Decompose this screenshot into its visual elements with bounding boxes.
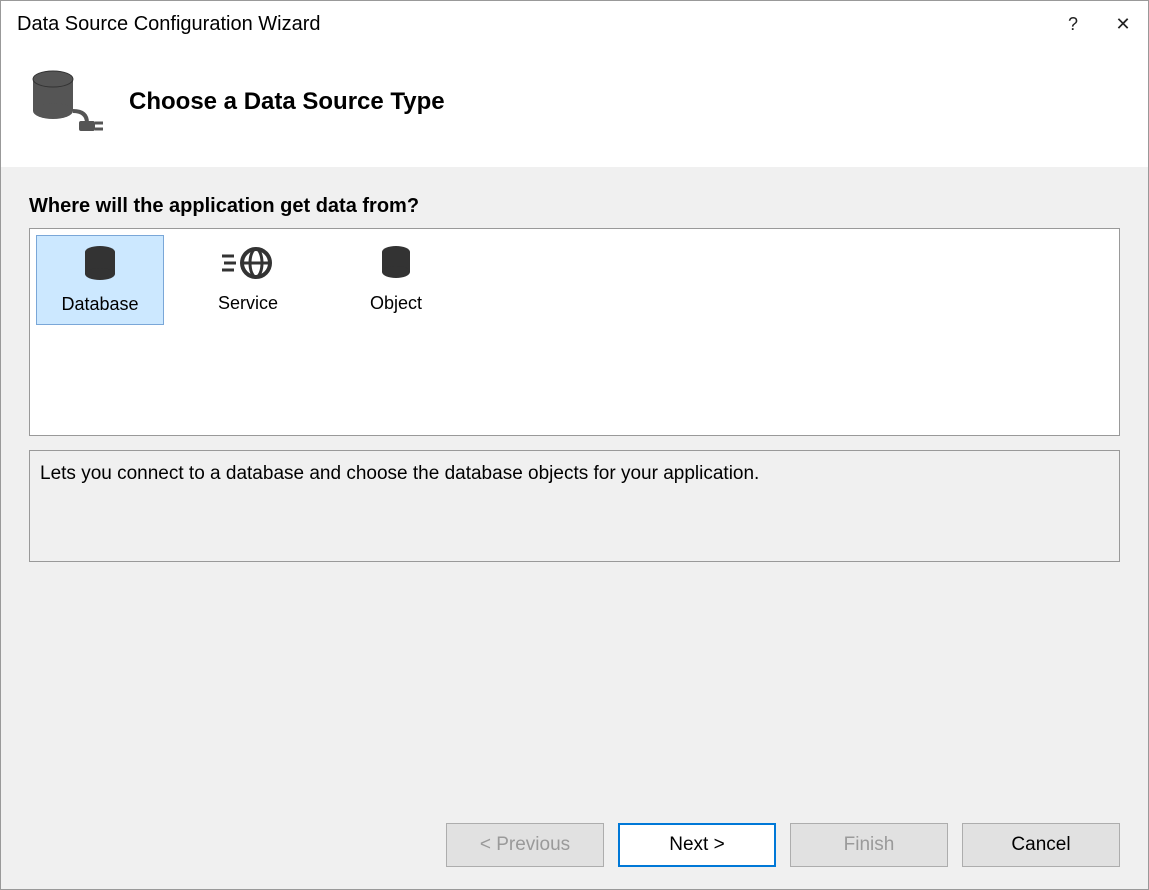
finish-button[interactable]: Finish [790, 823, 948, 867]
wizard-header: Choose a Data Source Type [1, 47, 1148, 167]
database-plug-icon [25, 67, 105, 137]
close-button[interactable]: ✕ [1098, 1, 1148, 47]
window-title: Data Source Configuration Wizard [17, 13, 320, 36]
wizard-content: Where will the application get data from… [1, 167, 1148, 809]
object-icon [332, 239, 460, 287]
database-icon [37, 240, 163, 288]
prompt-text: Where will the application get data from… [29, 195, 1120, 218]
cancel-button[interactable]: Cancel [962, 823, 1120, 867]
wizard-footer: < Previous Next > Finish Cancel [1, 809, 1148, 889]
option-label: Database [37, 294, 163, 315]
option-description: Lets you connect to a database and choos… [29, 450, 1120, 562]
previous-button[interactable]: < Previous [446, 823, 604, 867]
option-label: Service [184, 293, 312, 314]
page-heading: Choose a Data Source Type [129, 88, 445, 116]
help-button[interactable]: ? [1048, 1, 1098, 47]
title-bar: Data Source Configuration Wizard ? ✕ [1, 1, 1148, 47]
service-icon [184, 239, 312, 287]
option-database[interactable]: Database [36, 235, 164, 325]
next-button[interactable]: Next > [618, 823, 776, 867]
option-label: Object [332, 293, 460, 314]
data-source-options: Database Service [29, 228, 1120, 436]
option-service[interactable]: Service [184, 235, 312, 325]
option-object[interactable]: Object [332, 235, 460, 325]
